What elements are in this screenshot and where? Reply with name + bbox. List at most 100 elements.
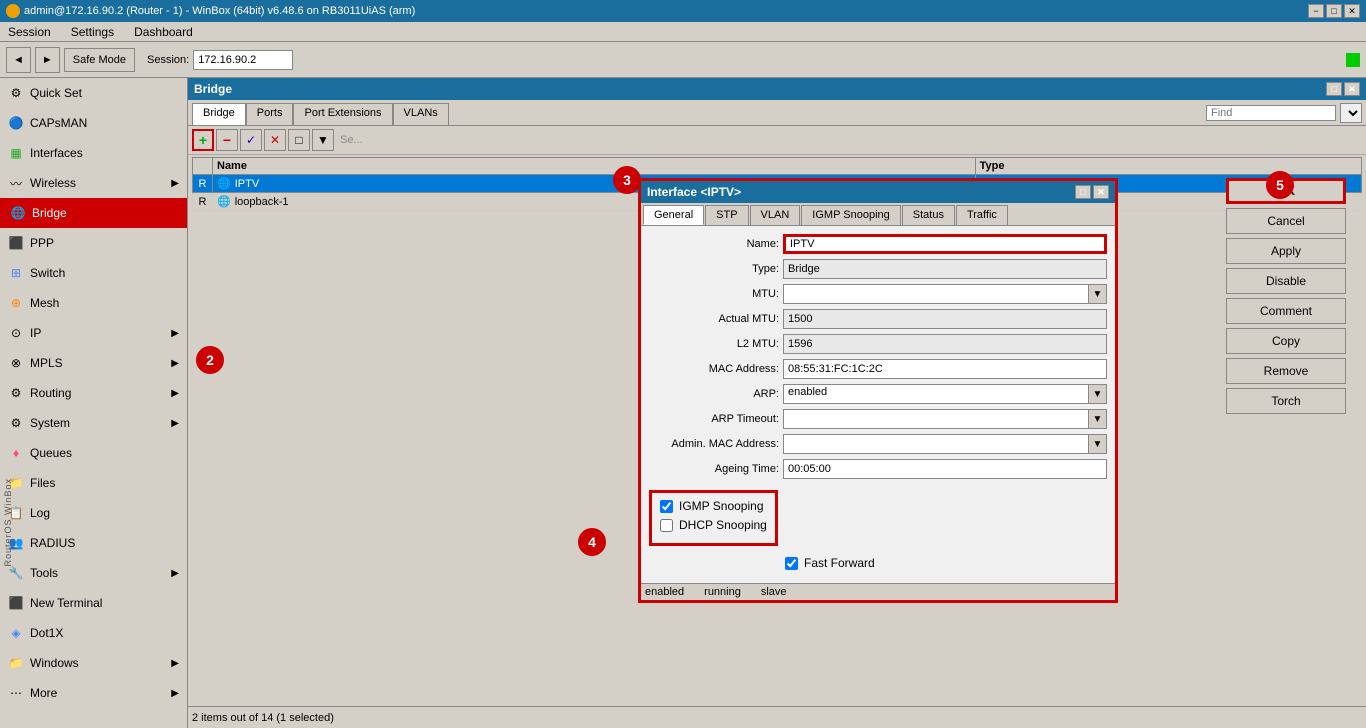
sidebar-label-log: Log (30, 506, 50, 520)
sidebar-item-mpls[interactable]: ⊗ MPLS ▶ (0, 348, 187, 378)
menu-session[interactable]: Session (4, 25, 55, 39)
bridge-maximize-btn[interactable]: □ (1326, 82, 1342, 96)
safe-mode-button[interactable]: Safe Mode (64, 48, 135, 72)
dhcp-snooping-row: DHCP Snooping (660, 518, 767, 532)
arp-dropdown-arrow[interactable]: ▼ (1088, 385, 1106, 403)
sidebar-item-log[interactable]: 📋 Log (0, 498, 187, 528)
sidebar-label-more: More (30, 686, 57, 700)
remove-bridge-button[interactable]: − (216, 129, 238, 151)
more-arrow: ▶ (171, 688, 179, 699)
enable-bridge-button[interactable]: ✓ (240, 129, 262, 151)
form-row-arp: ARP: enabled ▼ (649, 384, 1107, 404)
form-row-mac: MAC Address: (649, 359, 1107, 379)
session-input[interactable] (193, 50, 293, 70)
system-arrow: ▶ (171, 418, 179, 429)
sidebar-item-new-terminal[interactable]: ⬛ New Terminal (0, 588, 187, 618)
mtu-dropdown-arrow[interactable]: ▼ (1088, 285, 1106, 303)
mtu-select[interactable]: ▼ (783, 284, 1107, 304)
dhcp-snooping-checkbox[interactable] (660, 519, 673, 532)
more-icon: ⋯ (8, 685, 24, 701)
remove-button[interactable]: Remove (1226, 358, 1346, 384)
sidebar-item-mesh[interactable]: ⊕ Mesh (0, 288, 187, 318)
snooping-checkboxes: IGMP Snooping DHCP Snooping (649, 490, 778, 546)
bridge-status-bar: 2 items out of 14 (1 selected) (188, 706, 1366, 728)
interface-body: Name: Type: MTU: ▼ Actual MTU: (641, 226, 1115, 583)
sidebar-item-radius[interactable]: 👥 RADIUS (0, 528, 187, 558)
ageing-time-input[interactable] (783, 459, 1107, 479)
interface-close-btn[interactable]: ✕ (1093, 185, 1109, 199)
bridge-find-select[interactable] (1340, 103, 1362, 123)
l2-mtu-input (783, 334, 1107, 354)
sidebar-item-interfaces[interactable]: ▦ Interfaces (0, 138, 187, 168)
sidebar-item-dot1x[interactable]: ◈ Dot1X (0, 618, 187, 648)
sidebar-item-capsman[interactable]: 🔵 CAPsMAN (0, 108, 187, 138)
tab-vlan[interactable]: VLAN (750, 205, 801, 225)
torch-button[interactable]: Torch (1226, 388, 1346, 414)
tab-status[interactable]: Status (902, 205, 955, 225)
back-button[interactable]: ◄ (6, 47, 31, 73)
disable-bridge-button[interactable]: ✕ (264, 129, 286, 151)
sidebar-item-more[interactable]: ⋯ More ▶ (0, 678, 187, 708)
sidebar-item-ppp[interactable]: ⬛ PPP (0, 228, 187, 258)
sidebar-item-quick-set[interactable]: ⚙ Quick Set (0, 78, 187, 108)
disable-button[interactable]: Disable (1226, 268, 1346, 294)
mac-input[interactable] (783, 359, 1107, 379)
bridge-tab-vlans[interactable]: VLANs (393, 103, 449, 125)
admin-mac-arrow[interactable]: ▼ (1088, 435, 1106, 453)
tab-stp[interactable]: STP (705, 205, 748, 225)
actual-mtu-input (783, 309, 1107, 329)
bridge-find-input[interactable] (1206, 105, 1336, 121)
close-button[interactable]: ✕ (1344, 4, 1360, 18)
sidebar-item-wireless[interactable]: 〰 Wireless ▶ (0, 168, 187, 198)
filter-bridge-button[interactable]: ▼ (312, 129, 334, 151)
comment-button[interactable]: Comment (1226, 298, 1346, 324)
sidebar-item-system[interactable]: ⚙ System ▶ (0, 408, 187, 438)
bridge-close-btn[interactable]: ✕ (1344, 82, 1360, 96)
bridge-tab-port-extensions[interactable]: Port Extensions (293, 103, 392, 125)
sidebar-label-tools: Tools (30, 566, 58, 580)
tab-igmp-snooping[interactable]: IGMP Snooping (801, 205, 900, 225)
apply-button[interactable]: Apply (1226, 238, 1346, 264)
menu-dashboard[interactable]: Dashboard (130, 25, 197, 39)
maximize-button[interactable]: □ (1326, 4, 1342, 18)
arp-timeout-arrow[interactable]: ▼ (1088, 410, 1106, 428)
sidebar-item-ip[interactable]: ⊙ IP ▶ (0, 318, 187, 348)
sidebar-item-files[interactable]: 📁 Files (0, 468, 187, 498)
sidebar-item-routing[interactable]: ⚙ Routing ▶ (0, 378, 187, 408)
buttons-panel: OK Cancel Apply Disable Comment Copy Rem… (1226, 178, 1346, 414)
status-enabled: enabled (645, 586, 684, 598)
sidebar-label-mpls: MPLS (30, 356, 63, 370)
igmp-snooping-checkbox[interactable] (660, 500, 673, 513)
arp-select[interactable]: enabled ▼ (783, 384, 1107, 404)
sidebar-item-windows[interactable]: 📁 Windows ▶ (0, 648, 187, 678)
arp-timeout-select[interactable]: ▼ (783, 409, 1107, 429)
sidebar-item-switch[interactable]: ⊞ Switch (0, 258, 187, 288)
interface-maximize-btn[interactable]: □ (1075, 185, 1091, 199)
tab-general[interactable]: General (643, 205, 704, 225)
sidebar-item-queues[interactable]: ♦ Queues (0, 438, 187, 468)
menu-settings[interactable]: Settings (67, 25, 118, 39)
bridge-find-area (1206, 103, 1362, 125)
form-row-admin-mac: Admin. MAC Address: ▼ (649, 434, 1107, 454)
cancel-button[interactable]: Cancel (1226, 208, 1346, 234)
bridge-tab-ports[interactable]: Ports (246, 103, 294, 125)
interface-title: Interface <IPTV> (647, 185, 741, 199)
sidebar-label-queues: Queues (30, 446, 72, 460)
tab-traffic[interactable]: Traffic (956, 205, 1008, 225)
minimize-button[interactable]: − (1308, 4, 1324, 18)
copy-bridge-button[interactable]: □ (288, 129, 310, 151)
content-area: Bridge □ ✕ Bridge Ports Port Extensions … (188, 78, 1366, 728)
bridge-tab-bridge[interactable]: Bridge (192, 103, 246, 125)
copy-button[interactable]: Copy (1226, 328, 1346, 354)
forward-button[interactable]: ► (35, 47, 60, 73)
sidebar-label-files: Files (30, 476, 55, 490)
add-bridge-button[interactable]: + (192, 129, 214, 151)
sidebar-item-tools[interactable]: 🔧 Tools ▶ (0, 558, 187, 588)
app-icon (6, 4, 20, 18)
ageing-time-label: Ageing Time: (649, 463, 779, 475)
sidebar-item-bridge[interactable]: 🌐 Bridge (0, 198, 187, 228)
name-input[interactable] (783, 234, 1107, 254)
fast-forward-checkbox[interactable] (785, 557, 798, 570)
sidebar-label-ip: IP (30, 326, 41, 340)
admin-mac-select[interactable]: ▼ (783, 434, 1107, 454)
